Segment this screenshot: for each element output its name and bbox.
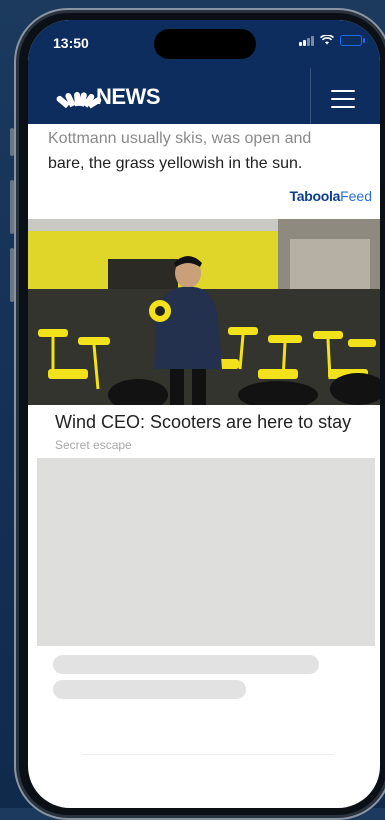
peacock-logo-icon [55, 88, 103, 109]
feed-item-source: Secret escape [55, 438, 132, 452]
taboola-brand: Taboola [289, 188, 341, 204]
taboola-feed-label[interactable]: TaboolaFeed [290, 188, 372, 204]
loading-text-placeholder [53, 680, 246, 699]
article-line: bare, the grass yellowish in the sun. [48, 155, 303, 172]
feed-item-headline[interactable]: Wind CEO: Scooters are here to stay [55, 412, 351, 433]
loading-image-placeholder [37, 458, 375, 646]
article-body: Kottmann usually skis, was open and bare… [48, 126, 368, 176]
app-header: 13:50 NEWS [28, 20, 380, 124]
dynamic-island [154, 29, 256, 59]
brand-name: NEWS [96, 84, 161, 109]
phone-screen: 13:50 NEWS Kottmann usually skis, was op… [28, 20, 380, 808]
nbc-news-logo[interactable]: NEWS [55, 84, 161, 110]
signal-icon [299, 35, 314, 46]
status-time: 13:50 [53, 35, 89, 51]
taboola-feed-suffix: Feed [340, 188, 372, 204]
hamburger-menu-icon[interactable] [331, 90, 355, 108]
wifi-icon [319, 34, 335, 46]
feed-item-image[interactable] [28, 219, 380, 405]
article-line: Kottmann usually skis, was open and [48, 130, 312, 147]
feed-divider [83, 754, 333, 755]
status-icons [299, 34, 365, 46]
loading-text-placeholder [53, 655, 319, 674]
battery-icon [340, 35, 365, 46]
header-divider [310, 68, 311, 124]
